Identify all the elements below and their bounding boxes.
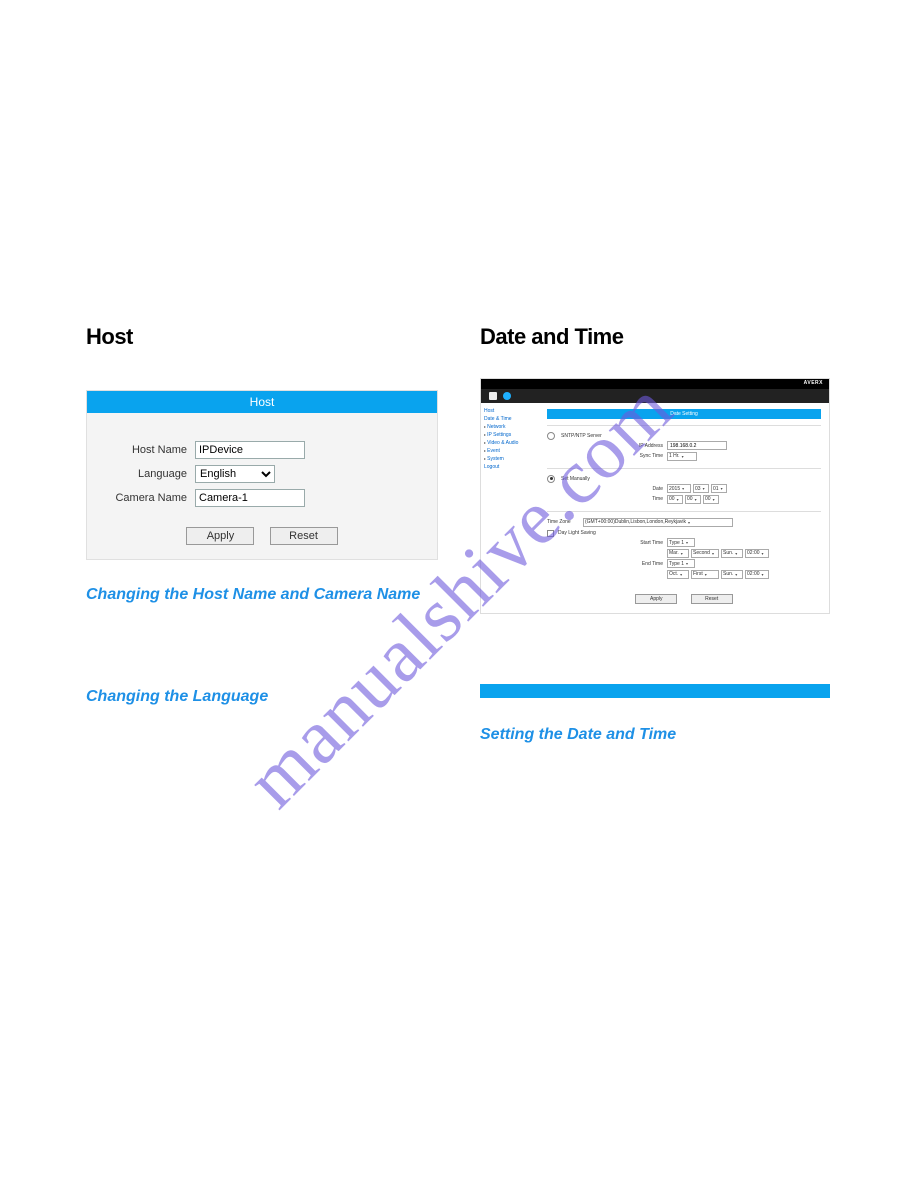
start-month-select[interactable]: Mar. (667, 549, 689, 558)
end-label: End Time (607, 561, 667, 567)
sync-select[interactable]: 1 Hr. (667, 452, 697, 461)
tz-select[interactable]: (GMT+00:00)Dublin,Lisbon,London,Reykjavi… (583, 518, 733, 527)
start-ord-select[interactable]: Second (691, 549, 719, 558)
date-screenshot: AVERX Host Date & Time Network IP Settin… (480, 378, 830, 614)
dst-label: Day Light Saving (558, 530, 596, 536)
start-hour-select[interactable]: 02:00 (745, 549, 769, 558)
start-type-select[interactable]: Type 1 (667, 538, 695, 547)
subhead-change-language: Changing the Language (86, 686, 438, 708)
apply-button[interactable]: Apply (186, 527, 254, 545)
host-row-language: Language English (105, 465, 419, 483)
camera-name-label: Camera Name (105, 492, 195, 504)
date-label: Date (607, 486, 667, 492)
page: manualshive.com Host Host Host Name Lang… (0, 0, 918, 1188)
sntp-section: SNTP/NTP Server IP Address Sync Time 1 H… (547, 425, 821, 468)
time-label: Time (607, 496, 667, 502)
time-sec-select[interactable]: 00 (703, 495, 719, 504)
subhead-change-hostname: Changing the Host Name and Camera Name (86, 584, 438, 606)
date-day-select[interactable]: 01 (711, 484, 727, 493)
nav-date-time[interactable]: Date & Time (484, 415, 536, 423)
host-buttons: Apply Reset (105, 527, 419, 545)
date-setting-title: Date Setting (547, 409, 821, 419)
date-iconbar (481, 389, 829, 403)
date-nav: Host Date & Time Network IP Settings Vid… (481, 403, 539, 613)
date-reset-button[interactable]: Reset (691, 594, 733, 604)
brand-label: AVERX (804, 380, 823, 386)
date-topbar: AVERX (481, 379, 829, 389)
left-column: Host Host Host Name Language English Cam… (86, 324, 438, 707)
end-day-select[interactable]: Sun. (721, 570, 743, 579)
date-year-select[interactable]: 2015 (667, 484, 691, 493)
reset-button[interactable]: Reset (270, 527, 338, 545)
nav-video-audio[interactable]: Video & Audio (484, 439, 536, 447)
sntp-radio[interactable] (547, 432, 555, 440)
heading-host: Host (86, 324, 438, 350)
tz-label: Time Zone (547, 519, 583, 525)
host-row-cameraname: Camera Name (105, 489, 419, 507)
nav-network[interactable]: Network (484, 423, 536, 431)
blue-strip (480, 684, 830, 698)
end-ord-select[interactable]: First (691, 570, 719, 579)
subhead-setting-date-time: Setting the Date and Time (480, 724, 830, 746)
nav-host[interactable]: Host (484, 407, 536, 415)
start-label: Start Time (607, 540, 667, 546)
tz-section: Time Zone (GMT+00:00)Dublin,Lisbon,Londo… (547, 511, 821, 586)
time-min-select[interactable]: 00 (685, 495, 701, 504)
ip-addr-input[interactable] (667, 441, 727, 450)
language-label: Language (105, 468, 195, 480)
nav-ip-settings[interactable]: IP Settings (484, 431, 536, 439)
host-panel-title: Host (87, 391, 437, 413)
host-panel: Host Host Name Language English Camera N… (86, 390, 438, 560)
manual-label: Set Manually (561, 476, 590, 482)
date-buttons: Apply Reset (547, 594, 821, 604)
date-apply-button[interactable]: Apply (635, 594, 677, 604)
ip-addr-label: IP Address (607, 443, 667, 449)
language-select[interactable]: English (195, 465, 275, 483)
camera-name-input[interactable] (195, 489, 305, 507)
host-name-input[interactable] (195, 441, 305, 459)
end-month-select[interactable]: Oct. (667, 570, 689, 579)
manual-radio[interactable] (547, 475, 555, 483)
gear-icon[interactable] (503, 392, 511, 400)
end-type-select[interactable]: Type 1 (667, 559, 695, 568)
host-name-label: Host Name (105, 444, 195, 456)
date-main: Date Setting SNTP/NTP Server IP Address … (539, 403, 829, 613)
dst-checkbox[interactable] (547, 530, 554, 537)
sntp-label: SNTP/NTP Server (561, 433, 602, 439)
sync-label: Sync Time (607, 453, 667, 459)
right-column: Date and Time AVERX Host Date & Time Net… (480, 324, 830, 746)
nav-system[interactable]: System (484, 455, 536, 463)
date-body: Host Date & Time Network IP Settings Vid… (481, 403, 829, 613)
end-hour-select[interactable]: 02:00 (745, 570, 769, 579)
nav-logout[interactable]: Logout (484, 463, 536, 471)
date-month-select[interactable]: 03 (693, 484, 709, 493)
start-day-select[interactable]: Sun. (721, 549, 743, 558)
host-row-hostname: Host Name (105, 441, 419, 459)
time-hour-select[interactable]: 00 (667, 495, 683, 504)
manual-section: Set Manually Date 2015 03 01 Time 00 00 (547, 468, 821, 511)
folder-icon[interactable] (489, 392, 497, 400)
heading-datetime: Date and Time (480, 324, 830, 350)
nav-event[interactable]: Event (484, 447, 536, 455)
host-panel-body: Host Name Language English Camera Name A… (87, 413, 437, 559)
